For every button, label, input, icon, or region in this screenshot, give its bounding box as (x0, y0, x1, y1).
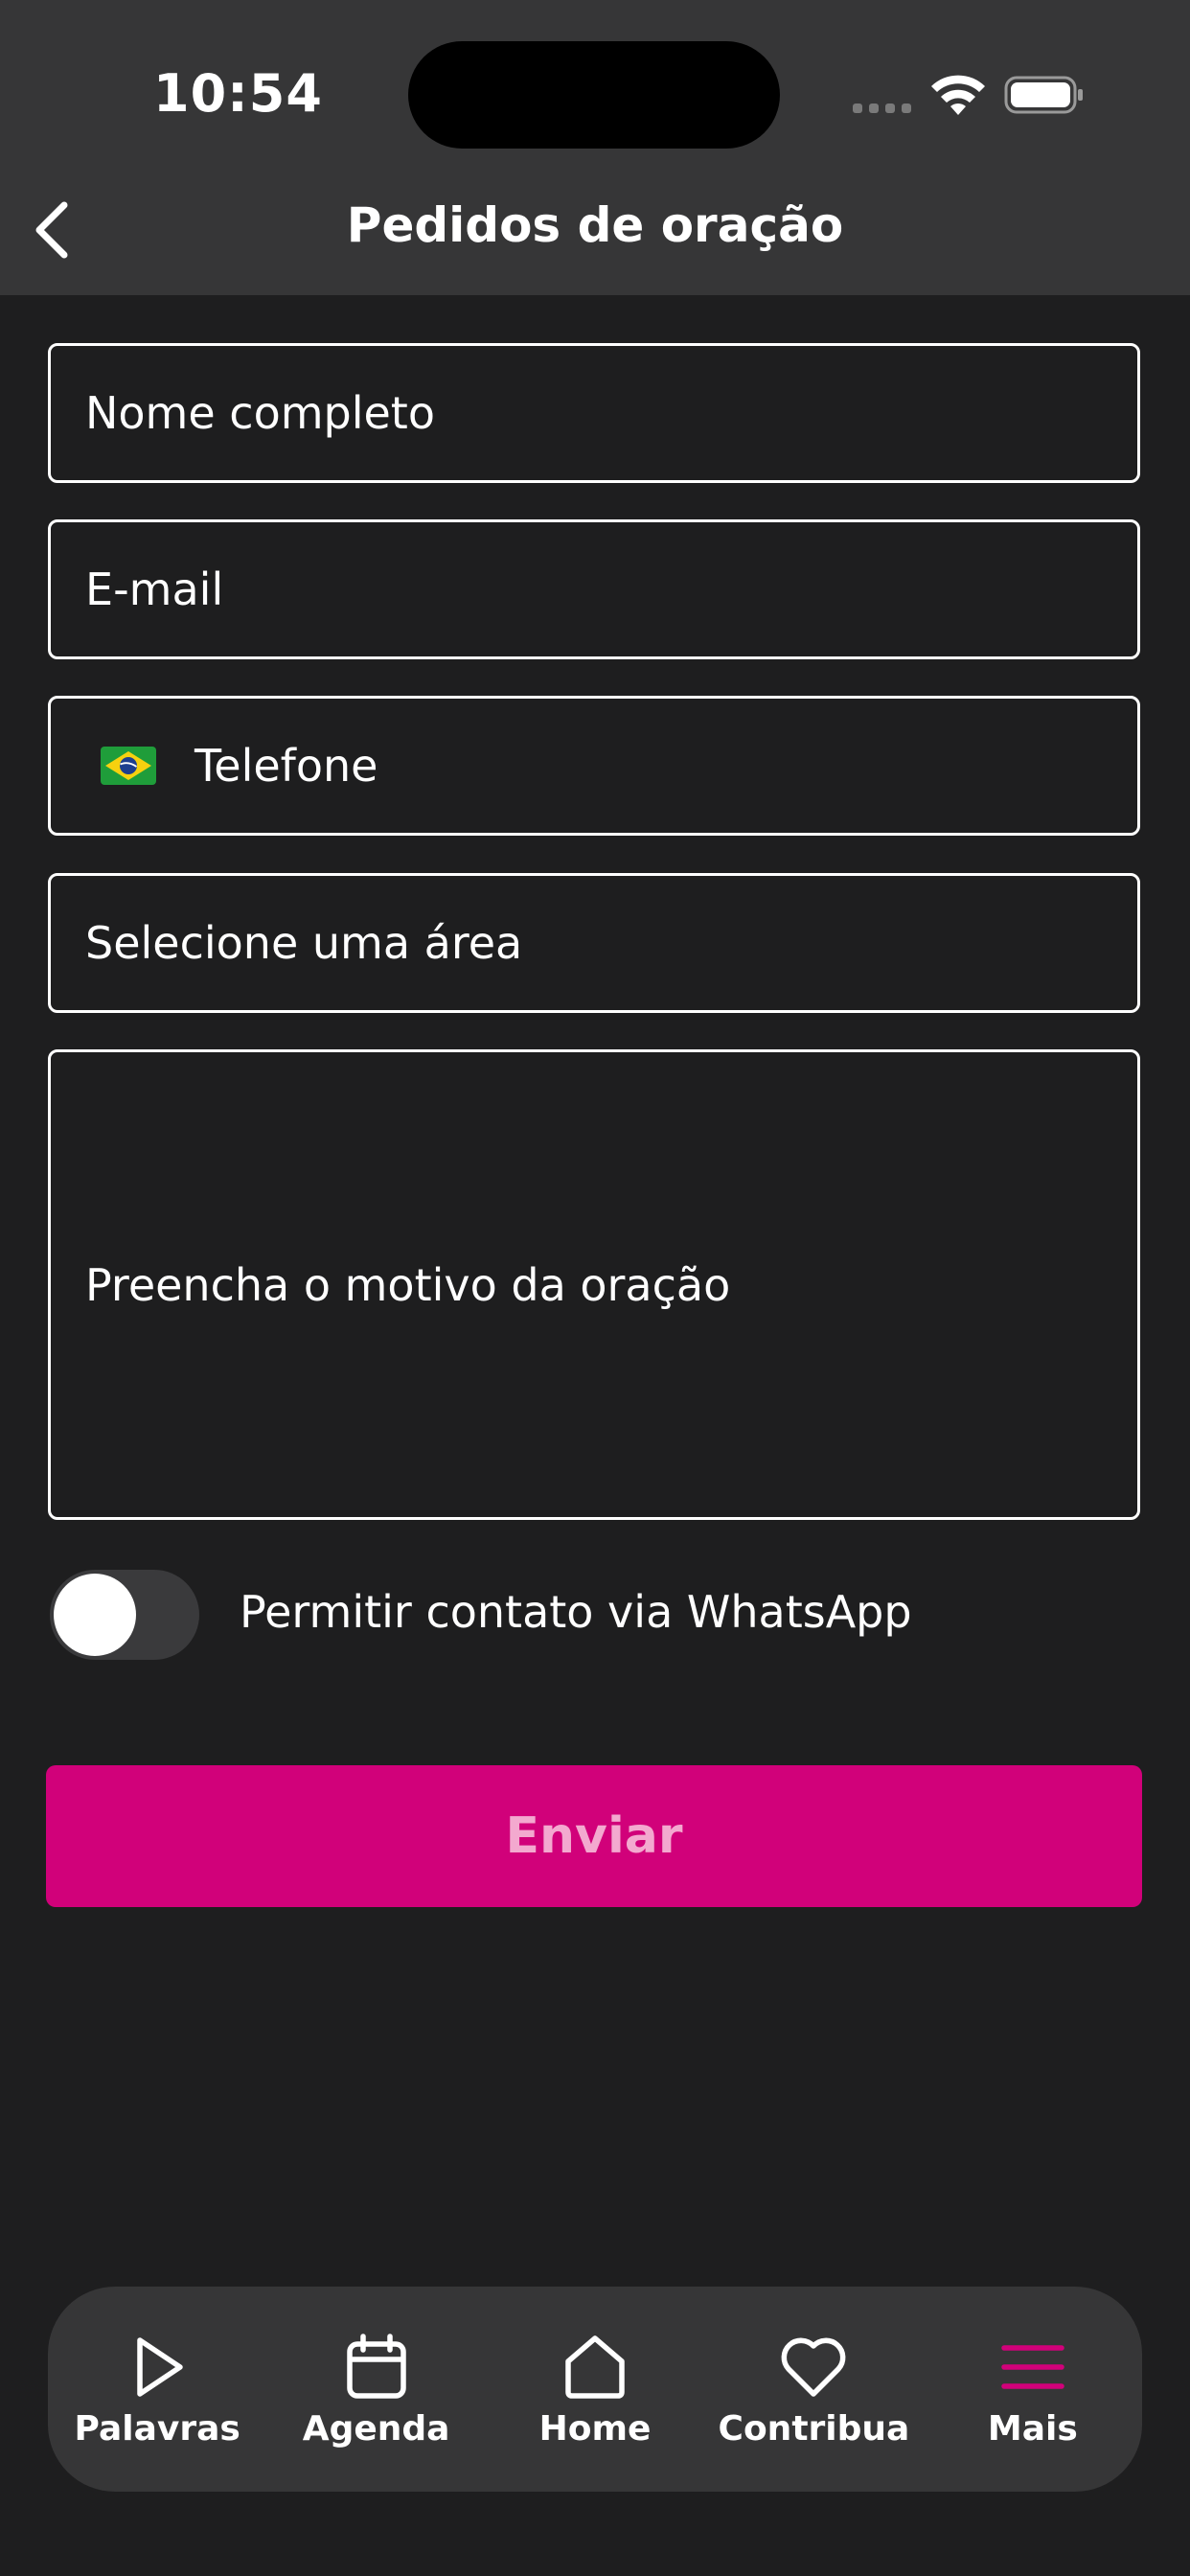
submit-button-label: Enviar (505, 1807, 683, 1865)
whatsapp-toggle[interactable] (50, 1570, 199, 1660)
home-icon (565, 2335, 625, 2399)
email-field[interactable]: E-mail (48, 519, 1140, 659)
wifi-icon (931, 75, 985, 115)
nav-label-mais: Mais (987, 2409, 1078, 2449)
dynamic-island (408, 41, 780, 149)
battery-icon (1004, 76, 1083, 114)
nav-label-contribua: Contribua (718, 2409, 910, 2449)
header-bar: 10:54 Pedidos de oração (0, 0, 1190, 295)
email-placeholder: E-mail (85, 564, 224, 615)
submit-button[interactable]: Enviar (46, 1765, 1142, 1907)
full-name-placeholder: Nome completo (85, 387, 435, 439)
nav-item-agenda[interactable]: Agenda (266, 2287, 485, 2492)
prayer-reason-textarea[interactable]: Preencha o motivo da oração (48, 1049, 1140, 1520)
cellular-signal-icon (853, 104, 911, 113)
menu-icon (1001, 2345, 1064, 2389)
status-time: 10:54 (153, 63, 323, 124)
prayer-reason-placeholder: Preencha o motivo da oração (85, 1258, 731, 1311)
area-placeholder: Selecione uma área (85, 917, 523, 969)
toggle-knob (54, 1574, 136, 1656)
brazil-flag-icon[interactable] (101, 747, 156, 785)
area-select[interactable]: Selecione uma área (48, 873, 1140, 1013)
bottom-nav: Palavras Agenda Home Contribua Mais (48, 2287, 1142, 2492)
nav-label-home: Home (538, 2409, 652, 2449)
nav-label-palavras: Palavras (74, 2409, 240, 2449)
play-icon (137, 2337, 183, 2397)
whatsapp-toggle-label: Permitir contato via WhatsApp (240, 1586, 912, 1638)
heart-icon (781, 2337, 846, 2397)
page-title: Pedidos de oração (346, 197, 844, 253)
nav-item-mais[interactable]: Mais (924, 2287, 1142, 2492)
nav-item-palavras[interactable]: Palavras (48, 2287, 266, 2492)
nav-item-home[interactable]: Home (486, 2287, 704, 2492)
full-name-field[interactable]: Nome completo (48, 343, 1140, 483)
phone-field[interactable]: Telefone (48, 696, 1140, 836)
nav-label-agenda: Agenda (302, 2409, 450, 2449)
phone-placeholder: Telefone (195, 740, 378, 792)
calendar-icon (346, 2334, 406, 2399)
nav-item-contribua[interactable]: Contribua (704, 2287, 923, 2492)
